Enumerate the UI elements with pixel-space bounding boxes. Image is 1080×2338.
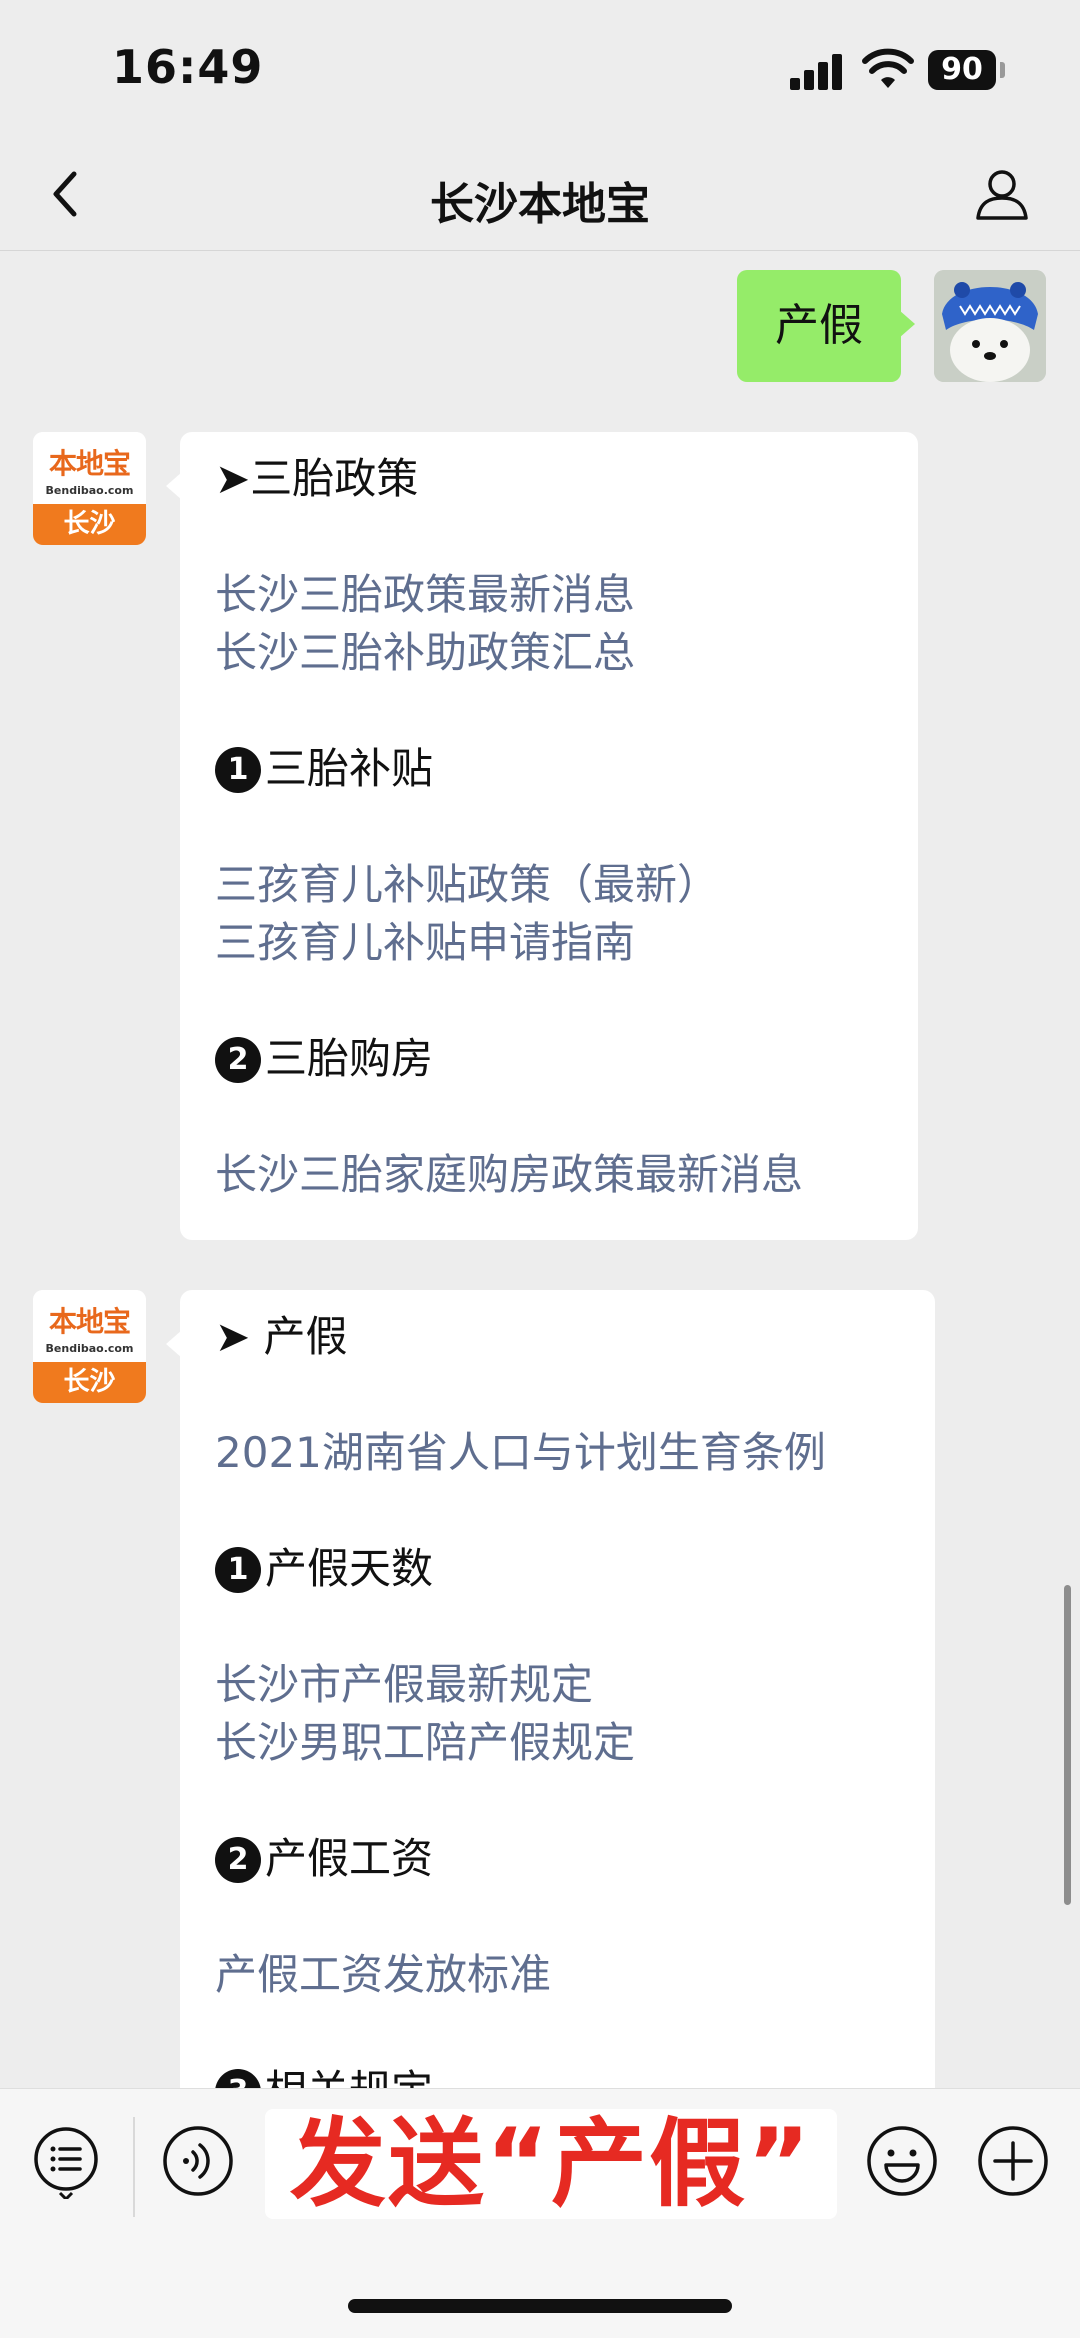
bot-city: 长沙 (33, 1362, 146, 1403)
person-icon[interactable] (972, 164, 1032, 224)
section-title: 产假天数 (265, 1544, 434, 1593)
article-link[interactable]: 三孩育儿补贴申请指南 (215, 914, 896, 972)
bot-avatar[interactable]: 本地宝 Bendibao.com 长沙 (33, 432, 146, 545)
section-heading: 1 产假天数 (215, 1540, 913, 1598)
outgoing-message[interactable]: 产假 (737, 270, 915, 382)
article-link[interactable]: 长沙三胎政策最新消息 (215, 566, 896, 624)
toolbar-divider (133, 2117, 135, 2217)
voice-icon[interactable] (160, 2123, 236, 2199)
article-link[interactable]: 长沙男职工陪产假规定 (215, 1714, 913, 1772)
section-title: 三胎补贴 (265, 744, 434, 793)
signal-icon (790, 52, 846, 90)
list-menu-icon[interactable] (28, 2123, 104, 2199)
battery-tip (1000, 62, 1005, 78)
message-bubble-three-child-policy: ➤三胎政策 长沙三胎政策最新消息 长沙三胎补助政策汇总 1 三胎补贴 三孩育儿补贴… (166, 432, 918, 1240)
number-badge: 2 (215, 1837, 261, 1883)
nav-bar: 长沙本地宝 (0, 140, 1080, 251)
article-link[interactable]: 长沙市产假最新规定 (215, 1656, 913, 1714)
scrollbar[interactable] (1064, 1585, 1071, 1905)
bot-avatar[interactable]: 本地宝 Bendibao.com 长沙 (33, 1290, 146, 1403)
number-badge: 1 (215, 747, 261, 793)
plus-icon[interactable] (975, 2123, 1051, 2199)
section-heading: 2 产假工资 (215, 1830, 913, 1888)
emoji-icon[interactable] (864, 2123, 940, 2199)
bot-city: 长沙 (33, 504, 146, 545)
input-text: 发送“产假” (289, 2108, 813, 2220)
number-badge: 2 (215, 1037, 261, 1083)
message-input[interactable]: 发送“产假” (265, 2109, 837, 2219)
article-link[interactable]: 长沙三胎补助政策汇总 (215, 624, 896, 682)
section-heading: 1 三胎补贴 (215, 740, 896, 798)
section-title: 产假工资 (265, 1834, 434, 1883)
status-bar: 16:49 90 (0, 0, 1080, 140)
bot-domain: Bendibao.com (45, 1342, 134, 1355)
bot-logo: 本地宝 (48, 1305, 131, 1338)
home-indicator[interactable] (348, 2299, 732, 2313)
message-bubble-maternity-leave: ➤ 产假 2021湖南省人口与计划生育条例 1 产假天数 长沙市产假最新规定 长沙… (166, 1290, 935, 2130)
message-heading: ➤ 产假 (215, 1312, 348, 1361)
message-heading: ➤三胎政策 (215, 454, 419, 503)
chat-title: 长沙本地宝 (430, 179, 650, 230)
article-link[interactable]: 2021湖南省人口与计划生育条例 (215, 1424, 913, 1482)
battery-icon: 90 (928, 50, 996, 90)
article-link[interactable]: 长沙三胎家庭购房政策最新消息 (215, 1146, 896, 1204)
article-link[interactable]: 三孩育儿补贴政策（最新） (215, 856, 896, 914)
section-heading: 2 三胎购房 (215, 1030, 896, 1088)
wifi-icon (862, 48, 914, 88)
article-link[interactable]: 产假工资发放标准 (215, 1946, 913, 2004)
bot-domain: Bendibao.com (45, 484, 134, 497)
bot-logo: 本地宝 (48, 447, 131, 480)
status-time: 16:49 (112, 40, 264, 94)
number-badge: 1 (215, 1547, 261, 1593)
section-title: 三胎购房 (265, 1034, 434, 1083)
user-avatar[interactable] (934, 270, 1046, 382)
